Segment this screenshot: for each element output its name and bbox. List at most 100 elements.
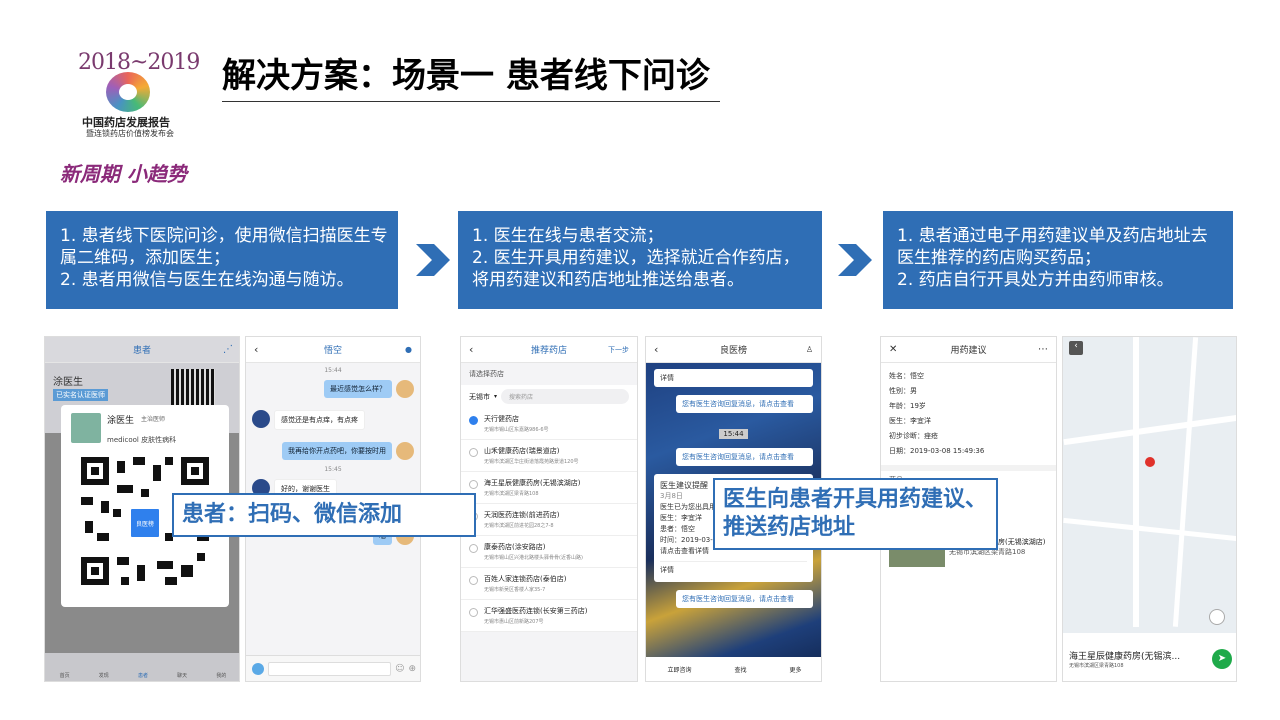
advice-card-detail[interactable]: 详情 [660,561,807,576]
popup-doctor-name: 涂医生 [107,416,135,426]
screen2-header: ‹ 悟空 ● [246,337,420,363]
detail-label: 详情 [660,374,674,382]
person-icon[interactable]: ● [405,345,412,354]
footer-more[interactable]: 更多 [789,665,801,674]
tab-discover[interactable]: 发现 [99,672,109,679]
screen1-title: 患者 [132,346,151,356]
store-item-address: 无锡市惠山区前新路207号 [484,619,544,625]
logo-years: 2018~2019 [78,50,200,75]
reply-notice[interactable]: 您有医生咨询回复消息，请点击查看 [676,395,813,413]
store-item-name: 山禾健康药店(瑞景道店) [484,447,560,455]
store-list-item[interactable]: 山禾健康药店(瑞景道店) 无锡市滨湖区华庄街道落霞苑路景道120号 [461,440,637,472]
emoji-icon[interactable]: ☺ [395,664,404,674]
profile-doctor-name: 涂医生 [53,377,83,388]
screen2-title: 悟空 [323,346,342,356]
next-button[interactable]: 下一步 [608,345,629,355]
voice-icon[interactable] [252,662,264,675]
radio-icon[interactable] [469,416,478,425]
chat-row-1: 最近感觉怎么样？ [246,374,420,404]
reply-notice[interactable]: 您有医生咨询回复消息，请点击查看 [676,590,813,608]
screen5-header: ✕ 用药建议 ⋯ [881,337,1056,363]
chat-row-3: 我再给你开点药吧，你要按时用 [246,436,420,466]
store-list-item[interactable]: 康泰药店(涂安路店) 无锡市锡山区兴港北路楼头驿骨骨(近香山路) [461,536,637,568]
store-item-name: 海王星辰健康药房(无锡滨湖店) [484,479,581,487]
more-icon[interactable]: ⋯ [1038,344,1048,355]
logo-swirl-icon [106,72,150,112]
screen4-footer: 立即咨询 查找 更多 [646,657,821,681]
footer-search[interactable]: 查找 [734,665,746,674]
plus-icon[interactable]: ⊕ [408,664,416,674]
doctor-avatar [396,380,414,398]
store-item-address: 无锡市新吴区香楼人家35-7 [484,587,546,593]
step-2-box: 1. 医生在线与患者交流； 2. 医生开具用药建议，选择就近合作药店，将用药建议… [458,211,822,309]
radio-icon[interactable] [469,544,478,553]
locate-me-icon[interactable] [1209,609,1225,625]
back-icon[interactable]: ‹ [469,343,473,356]
chevron-down-icon[interactable]: ▾ [494,393,497,400]
store-list-item[interactable]: 汇华强盛医药连锁(长安第三药店) 无锡市惠山区前新路207号 [461,600,637,632]
location-pin-icon [1145,457,1155,467]
store-item-address: 无锡市锡山区东嘉路986-6号 [484,427,549,433]
store-search-row: 无锡市 ▾ 搜索药店 [461,385,637,408]
chat-input-bar: ☺ ⊕ [246,655,420,681]
radio-icon[interactable] [469,608,478,617]
screen3-title: 推荐药店 [530,346,567,356]
patient-age: 年龄：19岁 [889,402,926,410]
store-list-item[interactable]: 海王星辰健康药房(无锡滨湖店) 无锡市滨湖区梁青路108 [461,472,637,504]
map-store-address: 无锡市滨湖区梁青路108 [1069,663,1124,669]
patient-info: 姓名：悟空 性别：男 年龄：19岁 医生：李宜洋 初步诊断：痤疮 日期：2019… [881,363,1056,465]
store-list-item[interactable]: 天行健药店无锡市锡山区东嘉路986-6号 [461,408,637,440]
arrow-right-icon [416,244,450,276]
detail-link[interactable]: 详情 [654,369,813,387]
store-search-input[interactable]: 搜索药店 [501,389,629,404]
screen4-header: ‹ 良医榜 ♙ [646,337,821,363]
screen5-title: 用药建议 [950,346,987,356]
qr-center-logo: 良医榜 [129,507,161,539]
tab-patients[interactable]: 患者 [138,672,148,679]
map-road [1063,414,1236,446]
title-underline [222,101,720,102]
step-1-box: 1. 患者线下医院问诊，使用微信扫描医生专属二维码，添加医生； 2. 患者用微信… [46,211,398,309]
person-icon[interactable]: ♙ [806,345,813,354]
back-icon[interactable]: ‹ [254,343,258,356]
advice-date: 日期：2019-03-08 15:49:36 [889,447,985,455]
store-list-item[interactable]: 百姓人家连锁药店(泰伯店) 无锡市新吴区香楼人家35-7 [461,568,637,600]
tab-me[interactable]: 我的 [216,672,226,679]
screen3-header: ‹ 推荐药店 下一步 [461,337,637,363]
store-item-name: 天行健药店 [484,415,519,423]
bottom-tab-bar: 首页 发现 患者 聊天 我的 [45,653,239,681]
message-input[interactable] [268,661,392,676]
footer-consult[interactable]: 立即咨询 [667,665,691,674]
tab-chat[interactable]: 聊天 [177,672,187,679]
reply-notice[interactable]: 您有医生咨询回复消息，请点击查看 [676,448,813,466]
step-3-box: 1. 患者通过电子用药建议单及药店地址去医生推荐的药店购买药品； 2. 药店自行… [883,211,1233,309]
store-list-item[interactable]: 天润医药连锁(前进药店) 无锡市滨湖区前进花园28之7-8 [461,504,637,536]
back-icon[interactable]: ‹ [1069,341,1083,355]
patient-gender: 性别：男 [889,387,917,395]
store-item-address: 无锡市锡山区兴港北路楼头驿骨骨(近香山路) [484,555,583,561]
map-road [1133,337,1139,627]
city-select[interactable]: 无锡市 [469,392,490,402]
logo-subtitle: 暨连锁药店价值榜发布会 [86,129,174,138]
navigate-icon[interactable]: ➤ [1212,649,1232,669]
store-item-name: 天润医药连锁(前进药店) [484,511,560,519]
map-road [1063,517,1236,542]
chat-time-2: 15:45 [324,466,342,473]
radio-icon[interactable] [469,576,478,585]
store-item-name: 康泰药店(涂安路店) [484,543,546,551]
back-icon[interactable]: ‹ [654,343,658,356]
share-icon[interactable]: ⋰ [223,344,233,355]
tab-home[interactable]: 首页 [60,672,70,679]
radio-icon[interactable] [469,480,478,489]
patient-name: 姓名：悟空 [889,372,924,380]
store-item-address: 无锡市滨湖区梁青路108 [484,491,539,497]
store-list: 天行健药店无锡市锡山区东嘉路986-6号山禾健康药店(瑞景道店) 无锡市滨湖区华庄… [461,408,637,632]
slogan: 新周期 小趋势 [60,162,187,186]
close-icon[interactable]: ✕ [889,344,897,355]
map-store-name: 海王星辰健康药房(无锡滨... [1069,652,1181,662]
notice-time: 15:44 [719,429,748,439]
chat-time-1: 15:44 [324,367,342,374]
screen1-header: 患者 ⋰ [45,337,239,363]
radio-icon[interactable] [469,448,478,457]
map-store-card[interactable]: 海王星辰健康药房(无锡滨... 无锡市滨湖区梁青路108 ➤ [1063,633,1236,681]
